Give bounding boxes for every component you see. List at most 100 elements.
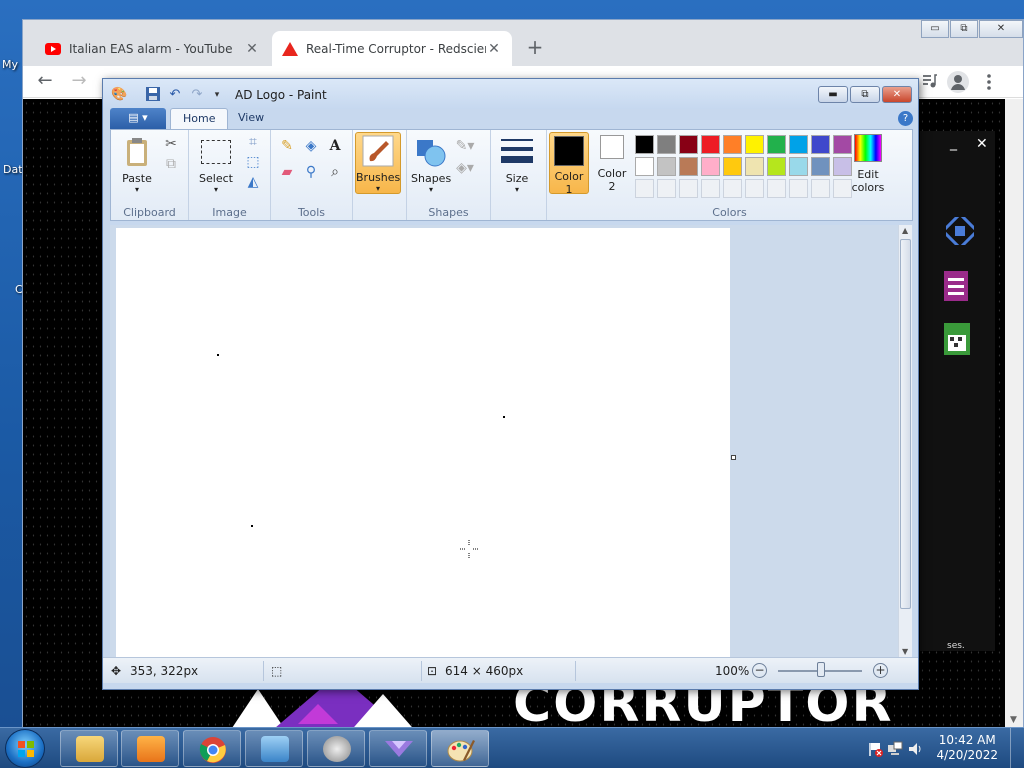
size-button[interactable]: Size ▾ xyxy=(497,136,537,194)
palette-swatch[interactable] xyxy=(723,135,742,154)
volume-icon[interactable] xyxy=(907,741,923,757)
color2-button[interactable]: Color 2 xyxy=(593,135,631,193)
new-tab-button[interactable]: + xyxy=(523,36,547,60)
zoom-in-button[interactable]: + xyxy=(873,663,888,678)
palette-swatch[interactable] xyxy=(657,135,676,154)
palette-swatch[interactable] xyxy=(679,157,698,176)
shapes-button[interactable]: Shapes ▾ xyxy=(411,136,451,194)
minimize-button[interactable]: ▭ xyxy=(921,20,949,38)
palette-swatch[interactable] xyxy=(635,157,654,176)
palette-swatch[interactable] xyxy=(701,135,720,154)
palette-swatch[interactable] xyxy=(679,135,698,154)
taskbar-audio[interactable] xyxy=(307,730,365,767)
redo-icon[interactable]: ↷ xyxy=(189,87,205,103)
fill-bucket-icon[interactable]: ◈ xyxy=(301,136,321,156)
custom-color-slot[interactable] xyxy=(745,179,764,198)
custom-color-slot[interactable] xyxy=(635,179,654,198)
restore-button[interactable]: ⧉ xyxy=(850,86,880,103)
media-control-icon[interactable] xyxy=(920,72,938,90)
brushes-button[interactable]: Brushes ▾ xyxy=(355,132,401,194)
taskbar-explorer[interactable] xyxy=(60,730,118,767)
palette-swatch[interactable] xyxy=(745,157,764,176)
palette-swatch[interactable] xyxy=(811,157,830,176)
palette-swatch[interactable] xyxy=(723,157,742,176)
desktop-icon-label[interactable]: My xyxy=(2,58,18,71)
palette-swatch[interactable] xyxy=(745,135,764,154)
palette-swatch[interactable] xyxy=(789,135,808,154)
edit-colors-button[interactable]: Edit colors xyxy=(845,134,891,194)
zoom-slider-thumb[interactable] xyxy=(817,662,825,677)
custom-color-slot[interactable] xyxy=(701,179,720,198)
eraser-icon[interactable]: ▰ xyxy=(277,162,297,182)
customize-qat-icon[interactable]: ▾ xyxy=(209,87,225,103)
tab-home[interactable]: Home xyxy=(170,108,229,129)
color-picker-icon[interactable]: ⚲ xyxy=(301,162,321,182)
start-button[interactable] xyxy=(5,729,45,768)
forward-button[interactable]: → xyxy=(67,70,91,94)
text-tool-icon[interactable]: A xyxy=(325,136,345,156)
canvas-resize-handle[interactable] xyxy=(731,455,736,460)
palette-swatch[interactable] xyxy=(811,135,830,154)
custom-color-slot[interactable] xyxy=(767,179,786,198)
paste-button[interactable]: Paste ▾ xyxy=(117,136,157,194)
close-button[interactable]: ✕ xyxy=(882,86,912,103)
taskbar-chrome[interactable] xyxy=(183,730,241,767)
network-icon[interactable] xyxy=(887,741,903,757)
drawing-canvas[interactable] xyxy=(116,228,730,657)
cut-icon[interactable]: ✂ xyxy=(161,134,181,154)
clock[interactable]: 10:42 AM 4/20/2022 xyxy=(936,733,998,763)
resize-icon[interactable]: ⬚ xyxy=(243,152,263,172)
browser-tab-youtube[interactable]: Italian EAS alarm - YouTube ✕ xyxy=(35,31,270,66)
browser-tab-corruptor[interactable]: Real-Time Corruptor - Redscientist ✕ xyxy=(272,31,512,66)
page-scrollbar[interactable]: ▼ xyxy=(1005,99,1023,728)
copy-icon[interactable]: ⧉ xyxy=(161,154,181,174)
scrollbar-thumb[interactable] xyxy=(900,239,911,609)
custom-color-slot[interactable] xyxy=(789,179,808,198)
action-center-flag-icon[interactable] xyxy=(867,741,883,757)
undo-icon[interactable]: ↶ xyxy=(167,87,183,103)
pencil-icon[interactable]: ✎ xyxy=(277,136,297,156)
palette-swatch[interactable] xyxy=(701,157,720,176)
select-button[interactable]: Select ▾ xyxy=(193,136,239,194)
vertical-scrollbar[interactable]: ▲ ▼ xyxy=(898,225,912,657)
taskbar-control-panel[interactable] xyxy=(245,730,303,767)
paint-titlebar[interactable]: 🎨 ↶ ↷ ▾ AD Logo - Paint ▬ ⧉ ✕ xyxy=(103,79,918,109)
close-tab-icon[interactable]: ✕ xyxy=(486,41,502,57)
desktop-icon-label[interactable]: Dat xyxy=(3,163,23,176)
palette-swatch[interactable] xyxy=(789,157,808,176)
taskbar-paint[interactable] xyxy=(431,730,489,767)
tab-view[interactable]: View xyxy=(226,108,276,129)
palette-swatch[interactable] xyxy=(657,157,676,176)
purple-doc-icon[interactable] xyxy=(944,271,968,301)
palette-swatch[interactable] xyxy=(635,135,654,154)
save-icon[interactable] xyxy=(145,87,161,103)
panel-close-button[interactable]: ✕ xyxy=(976,136,988,152)
color1-button[interactable]: Color 1 xyxy=(549,132,589,196)
zoom-out-button[interactable]: − xyxy=(752,663,767,678)
close-tab-icon[interactable]: ✕ xyxy=(244,41,260,57)
palette-swatch[interactable] xyxy=(767,157,786,176)
restore-button[interactable]: ⧉ xyxy=(950,20,978,38)
fill-icon[interactable]: ◈▾ xyxy=(455,158,475,178)
custom-color-slot[interactable] xyxy=(723,179,742,198)
crop-icon[interactable]: ⌗ xyxy=(243,132,263,152)
magnifier-icon[interactable]: ⌕ xyxy=(325,162,345,182)
checker-icon[interactable] xyxy=(944,323,970,355)
file-menu-button[interactable]: ▤ ▾ xyxy=(110,108,166,129)
profile-avatar-icon[interactable] xyxy=(947,71,969,93)
custom-color-slot[interactable] xyxy=(811,179,830,198)
rotate-icon[interactable]: ◭ xyxy=(243,172,263,192)
taskbar-media-player[interactable] xyxy=(121,730,179,767)
panel-minimize-button[interactable]: _ xyxy=(950,135,957,151)
minimize-button[interactable]: ▬ xyxy=(818,86,848,103)
taskbar-app[interactable] xyxy=(369,730,427,767)
custom-color-slot[interactable] xyxy=(657,179,676,198)
help-icon[interactable]: ? xyxy=(898,111,913,126)
close-button[interactable]: ✕ xyxy=(979,20,1023,38)
blue-puzzle-icon[interactable] xyxy=(946,217,974,245)
palette-swatch[interactable] xyxy=(767,135,786,154)
menu-kebab-icon[interactable] xyxy=(983,72,995,92)
show-desktop-button[interactable] xyxy=(1010,728,1024,768)
custom-color-slot[interactable] xyxy=(679,179,698,198)
outline-icon[interactable]: ✎▾ xyxy=(455,136,475,156)
